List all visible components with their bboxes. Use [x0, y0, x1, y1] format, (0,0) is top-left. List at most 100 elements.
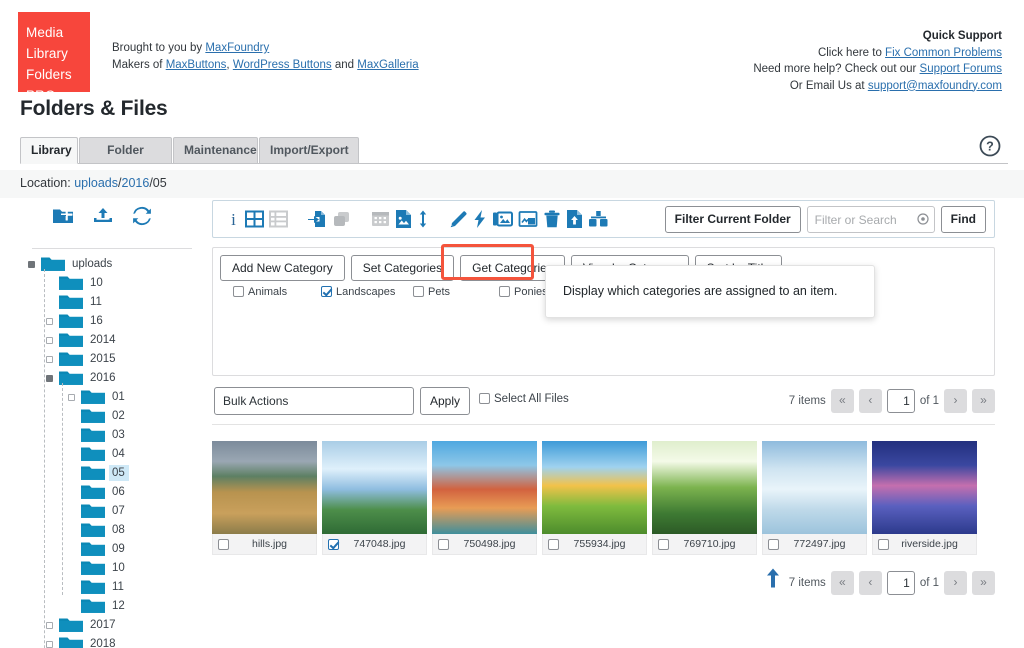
checkbox-box[interactable]: [233, 286, 244, 297]
page-number-input-bottom[interactable]: 1: [886, 571, 915, 595]
calendar-icon[interactable]: [371, 209, 395, 231]
next-page-button-top[interactable]: ›: [944, 389, 967, 413]
tree-item-uploads[interactable]: uploads: [0, 255, 205, 274]
checkbox-box[interactable]: [413, 286, 424, 297]
image-file-icon[interactable]: [395, 209, 417, 232]
clear-circle-icon[interactable]: [917, 213, 929, 228]
page-number-input-top[interactable]: 1: [886, 389, 915, 413]
tree-item-2015[interactable]: 2015: [0, 350, 205, 369]
tree-item-04[interactable]: 04: [0, 445, 205, 464]
file-thumbnail[interactable]: [542, 441, 647, 534]
prev-page-button-top[interactable]: ‹: [858, 389, 882, 413]
checkbox-box[interactable]: [321, 286, 332, 297]
info-icon[interactable]: i: [227, 209, 245, 232]
file-thumbnail[interactable]: [762, 441, 867, 534]
support-email-link[interactable]: support@maxfoundry.com: [868, 80, 1002, 92]
tree-item-09[interactable]: 09: [0, 540, 205, 559]
breadcrumb-2016[interactable]: 2016: [122, 176, 150, 190]
add-folder-icon[interactable]: [45, 208, 84, 223]
tree-toggle-16[interactable]: [46, 318, 53, 325]
tree-item-10[interactable]: 10: [0, 559, 205, 578]
tree-item-06[interactable]: 06: [0, 483, 205, 502]
upload-icon[interactable]: [85, 208, 124, 222]
copy-icon[interactable]: [332, 209, 357, 232]
maxbuttons-link[interactable]: MaxButtons: [166, 59, 227, 71]
next-page-button-bottom[interactable]: ›: [944, 571, 967, 595]
file-tile[interactable]: 755934.jpg: [542, 441, 647, 555]
merge-folders-icon[interactable]: [588, 209, 614, 232]
breadcrumb-uploads[interactable]: uploads: [74, 176, 118, 190]
file-tile[interactable]: 750498.jpg: [432, 441, 537, 555]
lightning-bolt-icon[interactable]: [473, 209, 492, 232]
last-page-button-bottom[interactable]: »: [972, 571, 995, 595]
set-categories-button[interactable]: Set Categories: [350, 255, 455, 281]
file-select-checkbox[interactable]: [328, 538, 339, 550]
file-thumbnail[interactable]: [872, 441, 977, 534]
file-tile[interactable]: 769710.jpg: [652, 441, 757, 555]
move-file-icon[interactable]: [307, 209, 332, 232]
file-tile[interactable]: hills.jpg: [212, 441, 317, 555]
search-input[interactable]: [806, 206, 935, 233]
find-button[interactable]: Find: [940, 206, 986, 233]
tree-toggle-2018[interactable]: [46, 641, 53, 648]
refresh-icon[interactable]: [124, 206, 160, 226]
tab-maintenance[interactable]: Maintenance: [173, 137, 258, 164]
checkbox-box[interactable]: [499, 286, 510, 297]
file-select-checkbox[interactable]: [878, 538, 889, 550]
arrow-up-icon[interactable]: [763, 567, 783, 592]
bulk-actions-select[interactable]: Bulk Actions: [214, 387, 414, 415]
maxfoundry-link[interactable]: MaxFoundry: [205, 42, 269, 54]
resize-image-icon[interactable]: [518, 209, 543, 232]
tree-item-02[interactable]: 02: [0, 407, 205, 426]
fix-common-problems-link[interactable]: Fix Common Problems: [885, 47, 1002, 59]
file-select-checkbox[interactable]: [548, 538, 559, 550]
tree-item-03[interactable]: 03: [0, 426, 205, 445]
file-select-checkbox[interactable]: [218, 538, 229, 550]
question-mark-circle-icon[interactable]: ?: [978, 134, 1002, 158]
tab-folder-access[interactable]: Folder Access: [79, 137, 172, 182]
last-page-button-top[interactable]: »: [972, 389, 995, 413]
tree-item-01[interactable]: 01: [0, 388, 205, 407]
add-new-category-button[interactable]: Add New Category: [220, 255, 345, 281]
tree-item-10[interactable]: 10: [0, 274, 205, 293]
select-all-files-control[interactable]: Select All Files: [479, 393, 569, 405]
file-thumbnail[interactable]: [652, 441, 757, 534]
wordpress-buttons-link[interactable]: WordPress Buttons: [233, 59, 332, 71]
tab-library[interactable]: Library: [20, 137, 78, 164]
maxgalleria-link[interactable]: MaxGalleria: [357, 59, 418, 71]
tree-item-2017[interactable]: 2017: [0, 616, 205, 635]
tree-item-11[interactable]: 11: [0, 293, 205, 312]
file-thumbnail[interactable]: [212, 441, 317, 534]
filter-current-folder-button[interactable]: Filter Current Folder: [664, 206, 801, 233]
trash-icon[interactable]: [543, 209, 566, 232]
tree-toggle-2017[interactable]: [46, 622, 53, 629]
apply-button[interactable]: Apply: [420, 387, 471, 415]
category-checkbox-pets[interactable]: Pets: [413, 286, 450, 298]
tree-toggle-01[interactable]: [68, 394, 75, 401]
file-tile[interactable]: 747048.jpg: [322, 441, 427, 555]
file-thumbnail[interactable]: [432, 441, 537, 534]
tree-toggle-2015[interactable]: [46, 356, 53, 363]
tree-item-11[interactable]: 11: [0, 578, 205, 597]
category-checkbox-ponies[interactable]: Ponies: [499, 286, 548, 298]
tree-item-12[interactable]: 12: [0, 597, 205, 616]
tree-item-07[interactable]: 07: [0, 502, 205, 521]
category-checkbox-animals[interactable]: Animals: [233, 286, 287, 298]
grid-view-icon[interactable]: [245, 209, 269, 231]
tree-item-08[interactable]: 08: [0, 521, 205, 540]
sort-vertical-icon[interactable]: [417, 209, 434, 232]
select-all-files-checkbox[interactable]: [479, 393, 490, 404]
support-forums-link[interactable]: Support Forums: [920, 63, 1002, 75]
first-page-button-bottom[interactable]: «: [830, 571, 854, 595]
file-select-checkbox[interactable]: [438, 538, 449, 550]
tab-import-export[interactable]: Import/Export: [259, 137, 359, 164]
file-select-checkbox[interactable]: [768, 538, 779, 550]
tree-item-16[interactable]: 16: [0, 312, 205, 331]
list-view-icon[interactable]: [269, 209, 293, 231]
tree-toggle-2014[interactable]: [46, 337, 53, 344]
file-upload-icon[interactable]: [566, 209, 588, 232]
file-tile[interactable]: riverside.jpg: [872, 441, 977, 555]
tree-item-2014[interactable]: 2014: [0, 331, 205, 350]
tree-item-2016[interactable]: 2016: [0, 369, 205, 388]
file-select-checkbox[interactable]: [658, 538, 669, 550]
